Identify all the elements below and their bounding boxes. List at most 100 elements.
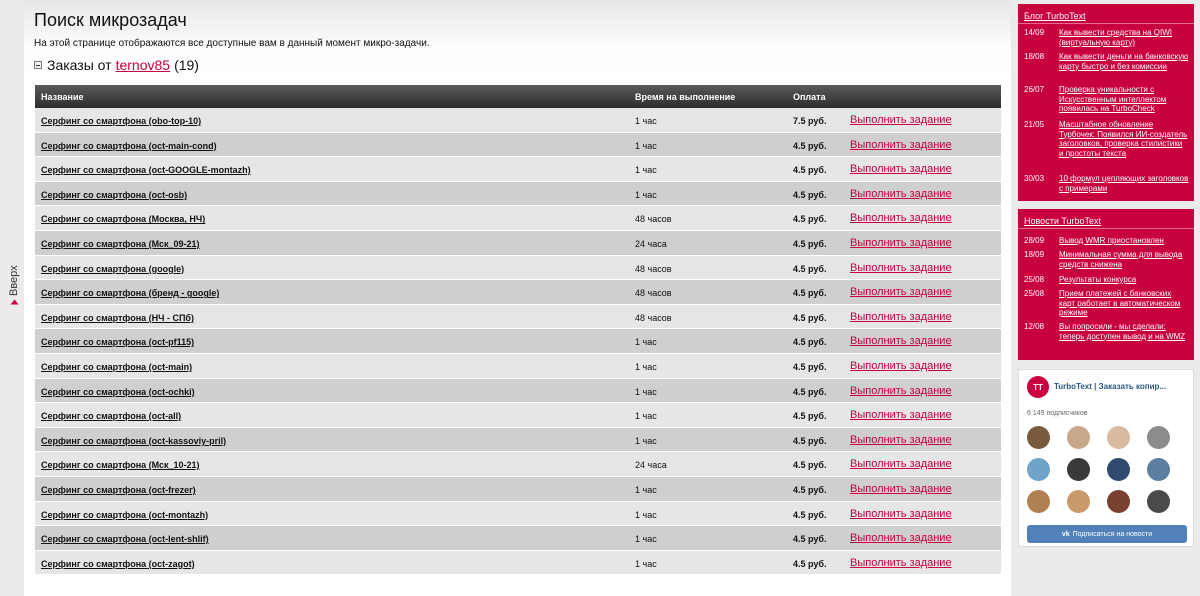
orders-prefix: Заказы от bbox=[47, 57, 112, 73]
task-name-link[interactable]: Серфинг со смартфона (oct-pf115) bbox=[41, 337, 194, 347]
avatar[interactable] bbox=[1067, 458, 1090, 481]
table-row: Серфинг со смартфона (Мск_09-21) 24 часа 4… bbox=[35, 230, 1001, 256]
perform-task-link[interactable]: Выполнить задание bbox=[850, 434, 952, 446]
table-row: Серфинг со смартфона (google) 48 часов 4.5… bbox=[35, 255, 1001, 281]
task-time: 1 час bbox=[635, 140, 657, 151]
avatar[interactable] bbox=[1147, 426, 1170, 449]
avatar[interactable] bbox=[1107, 426, 1130, 449]
perform-task-link[interactable]: Выполнить задание bbox=[850, 163, 952, 175]
task-name-link[interactable]: Серфинг со смартфона (oct-ochki) bbox=[41, 387, 195, 397]
task-name-link[interactable]: Серфинг со смартфона (Москва, НЧ) bbox=[41, 214, 205, 224]
scroll-up-strip[interactable]: Вверх bbox=[0, 0, 24, 596]
avatar[interactable] bbox=[1027, 458, 1050, 481]
blog-box: Блог TurboText 14/09 Как вывести средства… bbox=[1018, 4, 1194, 201]
task-name-link[interactable]: Серфинг со смартфона (oct-lent-shlif) bbox=[41, 534, 209, 544]
author-link[interactable]: ternov85 bbox=[116, 57, 170, 73]
news-item-link[interactable]: Вы попросили - мы сделали: теперь доступ… bbox=[1059, 322, 1189, 341]
avatar[interactable] bbox=[1107, 458, 1130, 481]
blog-title[interactable]: Блог TurboText bbox=[1018, 4, 1194, 24]
perform-task-link[interactable]: Выполнить задание bbox=[850, 532, 952, 544]
perform-task-link[interactable]: Выполнить задание bbox=[850, 286, 952, 298]
task-time: 48 часов bbox=[635, 312, 672, 323]
task-name-link[interactable]: Серфинг со смартфона (НЧ - СПб) bbox=[41, 313, 194, 323]
perform-task-link[interactable]: Выполнить задание bbox=[850, 212, 952, 224]
perform-task-link[interactable]: Выполнить задание bbox=[850, 385, 952, 397]
scroll-up-link[interactable]: Вверх bbox=[6, 265, 22, 306]
perform-task-link[interactable]: Выполнить задание bbox=[850, 508, 952, 520]
perform-task-link[interactable]: Выполнить задание bbox=[850, 262, 952, 274]
news-item-link[interactable]: Прием платежей с банковских карт работае… bbox=[1059, 289, 1189, 318]
orders-count: (19) bbox=[174, 57, 199, 73]
table-row: Серфинг со смартфона (oct-GOOGLE-montazh… bbox=[35, 157, 1001, 182]
task-pay: 4.5 руб. bbox=[793, 386, 827, 397]
perform-task-link[interactable]: Выполнить задание bbox=[850, 360, 952, 372]
task-pay: 4.5 руб. bbox=[793, 411, 827, 422]
blog-item-link[interactable]: Как вывести средства на QIWI (виртуальну… bbox=[1059, 28, 1189, 47]
group-name[interactable]: TurboText | Заказать копир... bbox=[1054, 382, 1166, 391]
task-time: 48 часов bbox=[635, 263, 672, 274]
news-item-link[interactable]: Минимальная сумма для вывода средств сни… bbox=[1059, 250, 1189, 269]
news-item-date: 25/08 bbox=[1024, 275, 1045, 284]
news-box: Новости TurboText 28/09 Вывод WMR приоста… bbox=[1018, 209, 1194, 360]
avatar[interactable] bbox=[1147, 490, 1170, 513]
avatar[interactable] bbox=[1107, 490, 1130, 513]
news-item-link[interactable]: Вывод WMR приостановлен bbox=[1059, 236, 1189, 246]
task-name-link[interactable]: Серфинг со смартфона (obo-top-10) bbox=[41, 116, 201, 126]
blog-item-link[interactable]: Проверка уникальности с Искусственным ин… bbox=[1059, 85, 1189, 114]
news-item-date: 12/08 bbox=[1024, 322, 1045, 331]
task-time: 1 час bbox=[635, 484, 657, 495]
task-name-link[interactable]: Серфинг со смартфона (oct-frezer) bbox=[41, 485, 196, 495]
perform-task-link[interactable]: Выполнить задание bbox=[850, 237, 952, 249]
task-name-link[interactable]: Серфинг со смартфона (oct-zagot) bbox=[41, 559, 195, 569]
task-name-link[interactable]: Серфинг со смартфона (oct-main-cond) bbox=[41, 141, 217, 151]
avatar[interactable] bbox=[1067, 426, 1090, 449]
table-row: Серфинг со смартфона (obo-top-10) 1 час 7.… bbox=[35, 108, 1001, 133]
task-time: 1 час bbox=[635, 386, 657, 397]
perform-task-link[interactable]: Выполнить задание bbox=[850, 483, 952, 495]
task-name-link[interactable]: Серфинг со смартфона (oct-all) bbox=[41, 411, 181, 421]
avatar[interactable] bbox=[1027, 490, 1050, 513]
task-time: 48 часов bbox=[635, 288, 672, 299]
task-pay: 7.5 руб. bbox=[793, 116, 827, 126]
task-name-link[interactable]: Серфинг со смартфона (Мск_09-21) bbox=[41, 239, 200, 249]
group-logo[interactable]: TT bbox=[1027, 376, 1049, 398]
perform-task-link[interactable]: Выполнить задание bbox=[850, 139, 952, 151]
task-name-link[interactable]: Серфинг со смартфона (oct-main) bbox=[41, 362, 192, 372]
task-name-link[interactable]: Серфинг со смартфона (google) bbox=[41, 264, 184, 274]
task-name-link[interactable]: Серфинг со смартфона (oct-kassoviy-pril) bbox=[41, 436, 226, 446]
collapse-icon[interactable] bbox=[34, 61, 42, 69]
perform-task-link[interactable]: Выполнить задание bbox=[850, 335, 952, 347]
perform-task-link[interactable]: Выполнить задание bbox=[850, 557, 952, 569]
task-name-link[interactable]: Серфинг со смартфона (Мск_10-21) bbox=[41, 460, 200, 470]
task-time: 48 часов bbox=[635, 214, 672, 225]
blog-item-link[interactable]: Масштабное обновление Турбочек: Появился… bbox=[1059, 120, 1189, 158]
task-pay: 4.5 руб. bbox=[793, 558, 827, 569]
task-pay: 4.5 руб. bbox=[793, 189, 827, 200]
avatar[interactable] bbox=[1147, 458, 1170, 481]
perform-task-link[interactable]: Выполнить задание bbox=[850, 114, 952, 126]
avatar[interactable] bbox=[1027, 426, 1050, 449]
task-name-link[interactable]: Серфинг со смартфона (oct-GOOGLE-montazh… bbox=[41, 165, 251, 175]
header-time: Время на выполнение bbox=[635, 92, 736, 102]
perform-task-link[interactable]: Выполнить задание bbox=[850, 409, 952, 421]
news-item-link[interactable]: Результаты конкурса bbox=[1059, 275, 1189, 285]
avatar[interactable] bbox=[1067, 490, 1090, 513]
perform-task-link[interactable]: Выполнить задание bbox=[850, 311, 952, 323]
news-title[interactable]: Новости TurboText bbox=[1018, 209, 1194, 229]
perform-task-link[interactable]: Выполнить задание bbox=[850, 458, 952, 470]
blog-item-link[interactable]: 10 формул цепляющих заголовков с примера… bbox=[1059, 174, 1189, 193]
task-name-link[interactable]: Серфинг со смартфона (бренд - google) bbox=[41, 288, 219, 298]
perform-task-link[interactable]: Выполнить задание bbox=[850, 188, 952, 200]
subscribe-button[interactable]: vk Подписаться на новости bbox=[1027, 525, 1187, 543]
task-pay: 4.5 руб. bbox=[793, 165, 827, 176]
task-name-link[interactable]: Серфинг со смартфона (oct-osb) bbox=[41, 190, 187, 200]
task-time: 1 час bbox=[635, 337, 657, 348]
tasks-table: Название Время на выполнение Оплата Серф… bbox=[35, 85, 1001, 576]
task-time: 1 час bbox=[635, 411, 657, 422]
task-time: 1 час bbox=[635, 165, 657, 176]
blog-item-link[interactable]: Как вывести деньги на банковскую карту б… bbox=[1059, 52, 1189, 71]
task-name-link[interactable]: Серфинг со смартфона (oct-montazh) bbox=[41, 510, 208, 520]
task-pay: 4.5 руб. bbox=[793, 238, 827, 249]
main-content: Поиск микрозадач На этой странице отобра… bbox=[24, 0, 1011, 596]
task-time: 1 час bbox=[635, 361, 657, 372]
